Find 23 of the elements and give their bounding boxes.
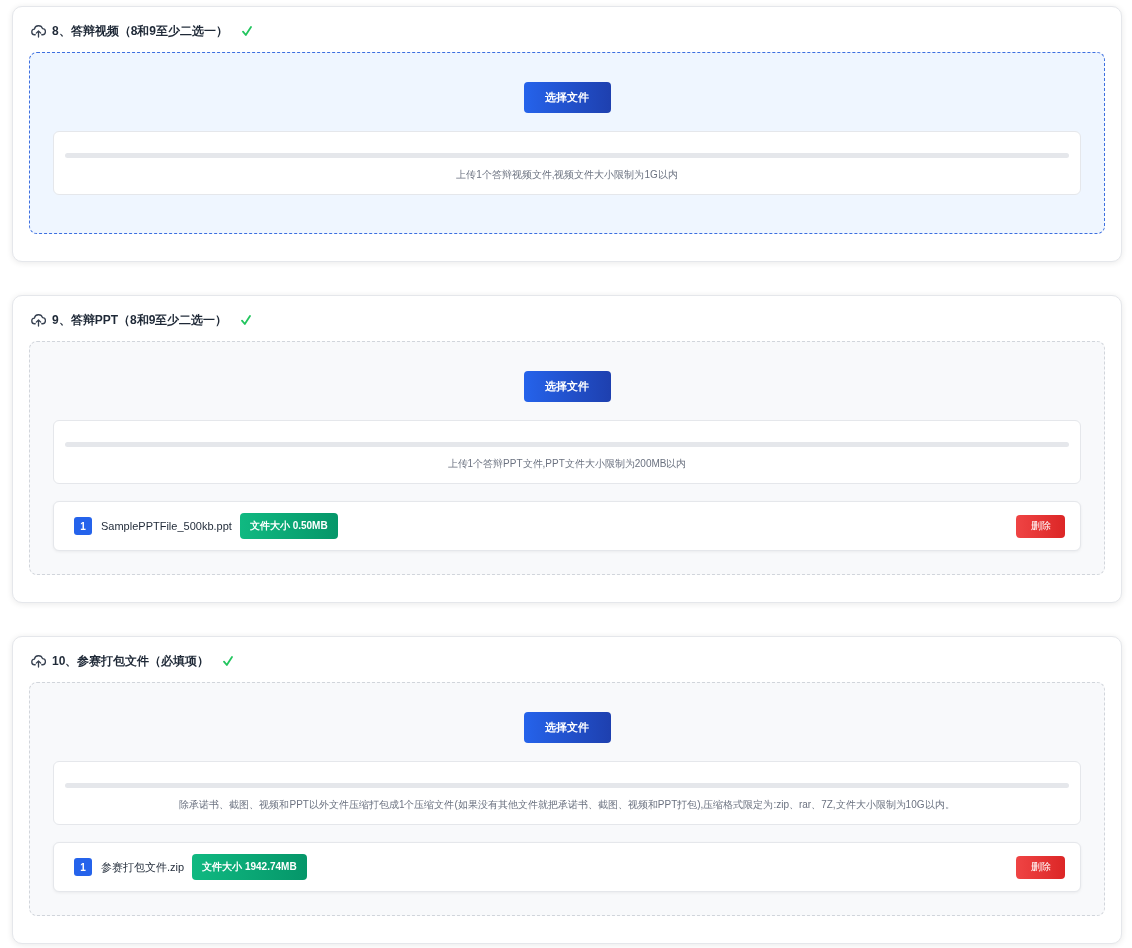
hint-text: 上传1个答辩PPT文件,PPT文件大小限制为200MB以内 [446,457,688,471]
cloud-upload-icon [31,313,46,327]
delete-button[interactable]: 删除 [1016,514,1065,538]
drop-zone[interactable]: 选择文件 上传1个答辩视频文件,视频文件大小限制为1G以内 [29,52,1105,234]
drop-zone[interactable]: 选择文件 上传1个答辩PPT文件,PPT文件大小限制为200MB以内 1 SamplePPTFile_500kb.ppt 文件大小 0.50MB 删除 [29,341,1105,575]
hint-text: 上传1个答辩视频文件,视频文件大小限制为1G以内 [455,168,679,182]
section-title: 9、答辩PPT（8和9至少二选一） [52,311,228,329]
file-size-label: 文件大小 1942.74MB [192,854,307,880]
cloud-upload-icon [31,24,46,38]
file-number: 1 [74,517,92,535]
select-file-button[interactable]: 选择文件 [523,712,611,743]
delete-button[interactable]: 删除 [1016,855,1065,879]
cloud-upload-icon [31,654,46,668]
hint-text: 除承诺书、截图、视频和PPT以外文件压缩打包成1个压缩文件(如果没有其他文件就把承诺书、截图、视频和PPT打包),压缩格式限定为:zip、rar、7Z,文件大小限制为10G以内。 [178,798,956,812]
section-title: 8、答辩视频（8和9至少二选一） [52,22,229,40]
file-name: 参赛打包文件.zip [101,859,185,875]
select-file-button[interactable]: 选择文件 [523,371,611,402]
select-file-button[interactable]: 选择文件 [523,82,611,113]
file-name: SamplePPTFile_500kb.ppt [101,520,232,532]
file-size-label: 文件大小 0.50MB [239,513,338,539]
section-title: 10、参赛打包文件（必填项） [52,652,210,670]
drop-zone[interactable]: 选择文件 除承诺书、截图、视频和PPT以外文件压缩打包成1个压缩文件(如果没有其他文件就把承诺书、截图、视频和PPT打包),压缩格式限定为:zip、rar、7Z,文件大小限制为10G以内。 1 参赛打包文件.zip 文件大小 1942.74MB 删除 [29,682,1105,916]
file-number: 1 [74,858,92,876]
